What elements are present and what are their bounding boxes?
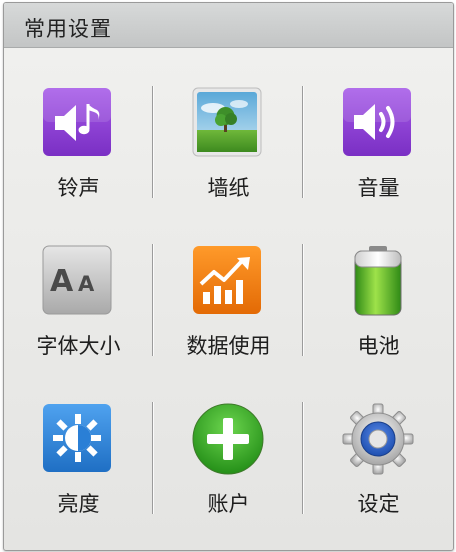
brightness-icon — [43, 404, 111, 472]
setting-label: 音量 — [357, 176, 400, 200]
setting-battery[interactable]: 电池 — [304, 206, 453, 364]
volume-icon — [343, 88, 411, 156]
battery-icon — [354, 246, 402, 316]
setting-label: 电池 — [357, 334, 400, 358]
setting-label: 墙纸 — [207, 176, 250, 200]
setting-font-size[interactable]: A A 字体大小 — [4, 206, 153, 364]
font-size-icon: A A — [42, 245, 112, 315]
wallpaper-icon — [192, 87, 262, 157]
quick-settings-panel: 常用设置 铃声 墙纸 音量 A A 字体大小 数据使用 电池 亮度 账户 设定 — [3, 2, 454, 551]
setting-label: 亮度 — [57, 492, 100, 516]
account-icon — [192, 403, 264, 475]
settings-grid: 铃声 墙纸 音量 A A 字体大小 数据使用 电池 亮度 账户 设定 — [4, 48, 453, 548]
setting-label: 铃声 — [57, 176, 100, 200]
svg-text:A: A — [78, 272, 95, 296]
setting-settings[interactable]: 设定 — [304, 364, 453, 522]
data-usage-icon — [193, 246, 261, 314]
ringtone-icon — [43, 88, 111, 156]
setting-volume[interactable]: 音量 — [304, 48, 453, 206]
setting-label: 字体大小 — [36, 334, 121, 358]
panel-header: 常用设置 — [4, 3, 453, 48]
setting-label: 数据使用 — [186, 334, 271, 358]
settings-icon — [342, 403, 414, 475]
setting-label: 设定 — [357, 492, 400, 516]
setting-brightness[interactable]: 亮度 — [4, 364, 153, 522]
setting-account[interactable]: 账户 — [154, 364, 303, 522]
setting-wallpaper[interactable]: 墙纸 — [154, 48, 303, 206]
panel-title: 常用设置 — [24, 17, 112, 41]
setting-ringtone[interactable]: 铃声 — [4, 48, 153, 206]
setting-label: 账户 — [207, 492, 250, 516]
svg-text:A: A — [50, 264, 74, 299]
setting-data-usage[interactable]: 数据使用 — [154, 206, 303, 364]
